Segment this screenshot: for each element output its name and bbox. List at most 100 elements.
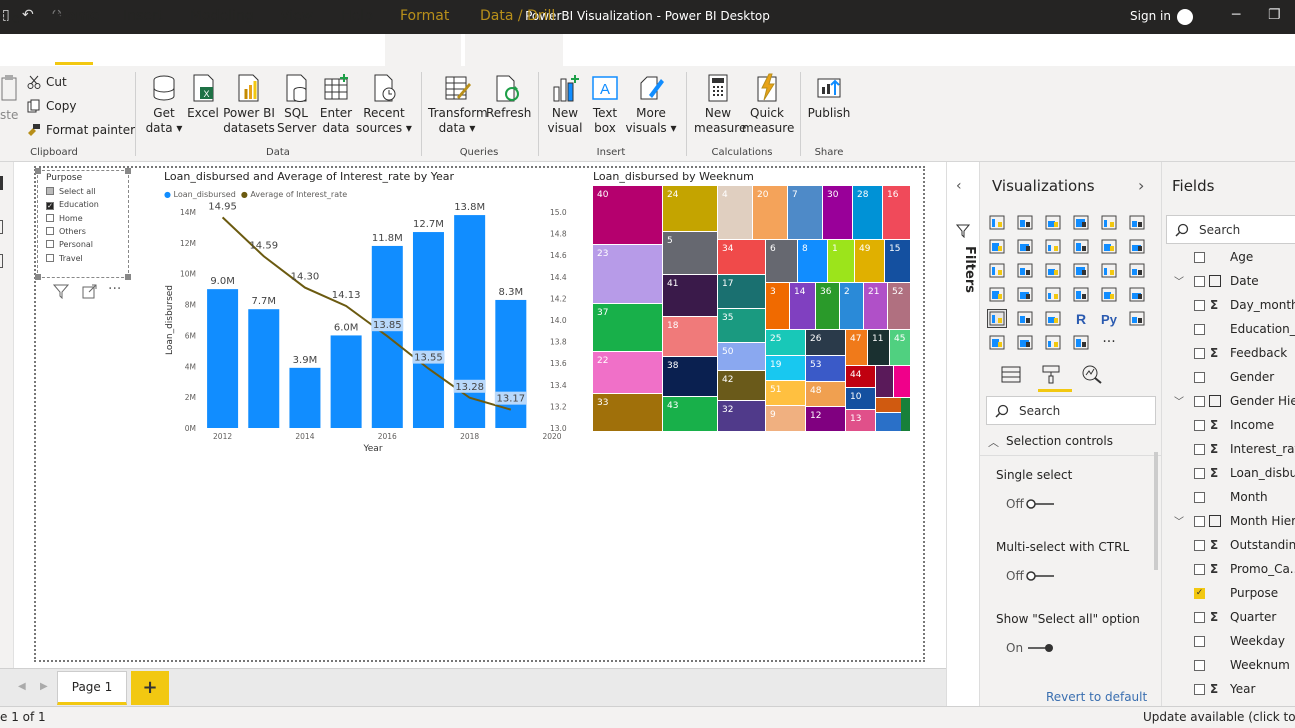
- paste-icon[interactable]: [0, 74, 22, 108]
- field-income[interactable]: Σ Income: [1162, 418, 1295, 438]
- multi-select-toggle[interactable]: [1026, 571, 1056, 581]
- filters-pane-collapsed[interactable]: ‹ Filters: [946, 162, 978, 712]
- combo-chart[interactable]: 0M2M4M6M8M10M12M14M13.013.213.413.613.81…: [160, 200, 580, 460]
- slicer-item[interactable]: Select all: [46, 187, 96, 196]
- slicer-checkbox[interactable]: [46, 213, 54, 222]
- chevron-right-icon[interactable]: ›: [1138, 176, 1144, 195]
- new-visual-button[interactable]: New visual: [546, 73, 584, 136]
- field-checkbox[interactable]: [1194, 492, 1205, 503]
- line-stacked-column-icon[interactable]: [1100, 238, 1118, 255]
- field-checkbox[interactable]: [1194, 252, 1205, 263]
- field-checkbox[interactable]: [1194, 300, 1205, 311]
- slicer-checkbox[interactable]: [46, 240, 54, 249]
- field-weekday[interactable]: Weekday: [1162, 634, 1295, 654]
- field-year[interactable]: Σ Year: [1162, 682, 1295, 702]
- kpi-icon[interactable]: [1128, 286, 1146, 303]
- field-checkbox[interactable]: [1194, 540, 1205, 551]
- qa-icon[interactable]: [1016, 334, 1034, 351]
- menu-tab-view[interactable]: View: [280, 8, 313, 24]
- card-icon[interactable]: [1072, 286, 1090, 303]
- recent-sources-button[interactable]: Recent sources ▾: [356, 73, 412, 136]
- field-feedback[interactable]: Σ Feedback: [1162, 346, 1295, 366]
- line-column-icon[interactable]: [1072, 238, 1090, 255]
- slicer-item[interactable]: ✓ Education: [46, 200, 99, 211]
- menu-tab-help[interactable]: Help: [341, 8, 373, 24]
- field-weeknum[interactable]: Weeknum: [1162, 658, 1295, 678]
- field-checkbox[interactable]: [1194, 420, 1205, 431]
- transform-data-button[interactable]: Transform data ▾: [428, 73, 488, 136]
- field-interest-rate[interactable]: Σ Interest_rate: [1162, 442, 1295, 462]
- field-purpose[interactable]: ✓ Purpose: [1162, 586, 1295, 606]
- more-visuals-button[interactable]: More visuals ▾: [625, 73, 677, 136]
- sql-server-button[interactable]: SQL Server: [277, 73, 316, 136]
- single-select-toggle[interactable]: [1026, 499, 1056, 509]
- publish-button[interactable]: Publish: [806, 73, 852, 121]
- chevron-left-icon[interactable]: ‹: [956, 178, 962, 194]
- more-icon[interactable]: ···: [1100, 334, 1118, 351]
- menu-tab-insert[interactable]: Insert: [123, 8, 163, 24]
- donut-icon[interactable]: [1100, 262, 1118, 279]
- resize-handle[interactable]: [125, 274, 131, 280]
- paste-label[interactable]: ste: [0, 108, 18, 122]
- resize-handle[interactable]: [35, 274, 41, 280]
- filters-label[interactable]: Filters: [949, 246, 977, 306]
- copy-button[interactable]: Copy: [46, 99, 76, 113]
- field-outstandin[interactable]: Σ Outstandin...: [1162, 538, 1295, 558]
- resize-handle[interactable]: [35, 168, 41, 174]
- field-loan-disbu[interactable]: Σ Loan_disbu...: [1162, 466, 1295, 486]
- field-checkbox[interactable]: [1194, 468, 1205, 479]
- field-age[interactable]: Age: [1162, 250, 1295, 270]
- stacked-bar-icon[interactable]: [988, 214, 1006, 231]
- fields-well-icon[interactable]: [1000, 364, 1022, 384]
- multirow-card-icon[interactable]: [1100, 286, 1118, 303]
- 100-column-icon[interactable]: [1128, 214, 1146, 231]
- field-quarter[interactable]: Σ Quarter: [1162, 610, 1295, 630]
- field-checkbox[interactable]: [1194, 396, 1205, 407]
- slicer-item[interactable]: Home: [46, 213, 83, 223]
- field-checkbox[interactable]: [1194, 612, 1205, 623]
- format-paint-roller-icon[interactable]: [1040, 364, 1062, 384]
- slicer-item[interactable]: Personal: [46, 240, 93, 249]
- pie-icon[interactable]: [1072, 262, 1090, 279]
- field-month-hier[interactable]: ﹀ Month Hier...: [1162, 514, 1295, 534]
- add-page-button[interactable]: +: [131, 671, 169, 705]
- resize-handle[interactable]: [125, 168, 131, 174]
- format-painter-button[interactable]: Format painter: [46, 123, 135, 137]
- field-checkbox[interactable]: [1194, 348, 1205, 359]
- sign-in-link[interactable]: Sign in: [1130, 9, 1171, 23]
- map-icon[interactable]: [988, 286, 1006, 303]
- gauge-icon[interactable]: [1044, 286, 1062, 303]
- slicer-icon[interactable]: [987, 309, 1007, 328]
- field-checkbox[interactable]: [1194, 660, 1205, 671]
- fields-search-input[interactable]: Search: [1166, 215, 1295, 244]
- arcgis-icon[interactable]: [1072, 334, 1090, 351]
- field-checkbox[interactable]: [1194, 324, 1205, 335]
- data-view-icon[interactable]: [0, 220, 3, 234]
- minimize-icon[interactable]: ─: [1232, 7, 1240, 23]
- filled-map-icon[interactable]: [1016, 286, 1034, 303]
- viz-search-input[interactable]: Search: [986, 396, 1156, 425]
- field-checkbox[interactable]: [1194, 276, 1205, 287]
- field-checkbox[interactable]: [1194, 564, 1205, 575]
- restore-icon[interactable]: ❐: [1268, 7, 1281, 23]
- field-education-l[interactable]: Education_l...: [1162, 322, 1295, 342]
- ribbon-chart-icon[interactable]: [1128, 238, 1146, 255]
- expand-chevron-icon[interactable]: ﹀: [1174, 513, 1184, 528]
- expand-chevron-icon[interactable]: ﹀: [1174, 273, 1184, 288]
- excel-button[interactable]: X Excel: [187, 73, 219, 121]
- field-checkbox[interactable]: [1194, 372, 1205, 383]
- refresh-button[interactable]: Refresh: [486, 73, 531, 121]
- scatter-icon[interactable]: [1044, 262, 1062, 279]
- r-visual-icon[interactable]: R: [1072, 310, 1090, 327]
- expand-chevron-icon[interactable]: ﹀: [1174, 393, 1184, 408]
- more-options-icon[interactable]: ···: [108, 281, 121, 297]
- analytics-icon[interactable]: [1081, 364, 1103, 384]
- text-box-button[interactable]: A Text box: [588, 73, 622, 136]
- enter-data-button[interactable]: Enter data: [318, 73, 354, 136]
- menu-tab-format[interactable]: Format: [400, 8, 449, 24]
- field-checkbox[interactable]: [1194, 516, 1205, 527]
- prev-page-icon[interactable]: ◀: [18, 681, 26, 692]
- selection-controls-header[interactable]: ︿ Selection controls: [980, 432, 1162, 456]
- menu-tab-modeling[interactable]: Modeling: [190, 8, 254, 24]
- 100-bar-icon[interactable]: [1100, 214, 1118, 231]
